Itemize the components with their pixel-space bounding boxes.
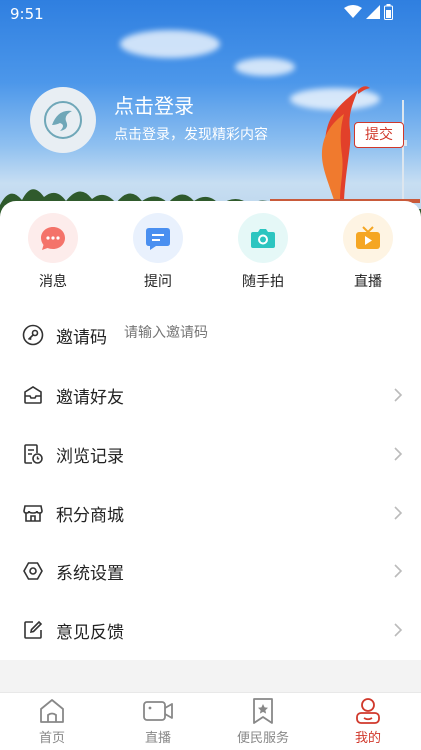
message-icon [41, 227, 65, 250]
menu-item-invite-friend[interactable]: 邀请好友 [0, 366, 421, 424]
nav-item-label: 首页 [38, 731, 65, 746]
quick-action-live-bg [343, 213, 393, 263]
nav-item-label: 便民服务 [236, 731, 289, 746]
chevron-right-icon [394, 447, 403, 461]
quick-action-message[interactable]: 消息 [13, 213, 93, 291]
chevron-right-icon [394, 623, 403, 637]
status-time: 9:51 [10, 5, 44, 23]
nav-item-service[interactable]: 便民服务 [223, 697, 303, 746]
quick-actions: 消息 提问 随手拍 直播 [0, 213, 421, 293]
quick-action-label: 提问 [144, 274, 172, 290]
login-subtitle[interactable]: 点击登录，发现精彩内容 [114, 124, 268, 144]
nav-item-live[interactable]: 直播 [118, 697, 198, 746]
menu-item-feedback[interactable]: 意见反馈 [0, 601, 421, 659]
invite-code-row: 邀请码 [0, 306, 421, 364]
camera-icon [251, 229, 275, 248]
quick-action-camera-bg [238, 213, 288, 263]
header-banner: 9:51 点击登录 点击登录，发现精彩内容 [0, 0, 421, 235]
history-icon [24, 444, 43, 464]
menu-item-label: 意见反馈 [56, 623, 124, 643]
invite-code-label: 邀请码 [56, 328, 107, 348]
app-logo-icon [44, 101, 82, 139]
signal-icon [366, 5, 380, 19]
nav-item-mine[interactable]: 我的 [328, 697, 408, 746]
menu-item-label: 系统设置 [56, 564, 124, 584]
nav-item-label: 我的 [354, 731, 381, 746]
quick-action-live[interactable]: 直播 [328, 213, 408, 291]
invite-friend-icon [24, 386, 42, 404]
quick-action-question[interactable]: 提问 [118, 213, 198, 291]
question-icon [146, 228, 170, 250]
home-icon [40, 699, 64, 723]
menu-item-label: 浏览记录 [56, 447, 124, 467]
status-bar: 9:51 [0, 0, 421, 28]
user-icon [356, 698, 380, 724]
cloud-decoration [235, 58, 295, 76]
login-title[interactable]: 点击登录 [114, 90, 194, 119]
menu-item-store[interactable]: 积分商城 [0, 484, 421, 542]
key-icon [22, 324, 44, 346]
cloud-decoration [120, 30, 220, 58]
nav-item-label: 直播 [144, 731, 171, 746]
quick-action-question-bg [133, 213, 183, 263]
bookmark-star-icon [253, 698, 273, 724]
menu-item-settings[interactable]: 系统设置 [0, 542, 421, 600]
settings-icon [23, 562, 43, 580]
feedback-icon [24, 620, 43, 639]
store-icon [23, 505, 43, 522]
chevron-right-icon [394, 564, 403, 578]
chevron-right-icon [394, 388, 403, 402]
submit-button[interactable]: 提交 [354, 122, 404, 148]
quick-action-label: 直播 [354, 274, 382, 290]
quick-action-camera[interactable]: 随手拍 [223, 213, 303, 291]
wifi-icon [344, 5, 362, 18]
menu-item-history[interactable]: 浏览记录 [0, 425, 421, 483]
bottom-nav: 首页 直播 便民服务 我的 [0, 692, 421, 750]
quick-action-label: 消息 [39, 274, 67, 290]
menu-item-label: 积分商城 [56, 506, 124, 526]
tv-icon [356, 226, 380, 249]
nav-item-home[interactable]: 首页 [12, 697, 92, 746]
chevron-right-icon [394, 506, 403, 520]
battery-icon [384, 4, 393, 20]
invite-code-input[interactable] [124, 325, 324, 341]
quick-action-message-bg [28, 213, 78, 263]
video-icon [143, 701, 173, 721]
avatar[interactable] [30, 87, 96, 153]
menu-item-label: 邀请好友 [56, 388, 124, 408]
section-gap [0, 660, 421, 690]
quick-action-label: 随手拍 [242, 274, 284, 290]
